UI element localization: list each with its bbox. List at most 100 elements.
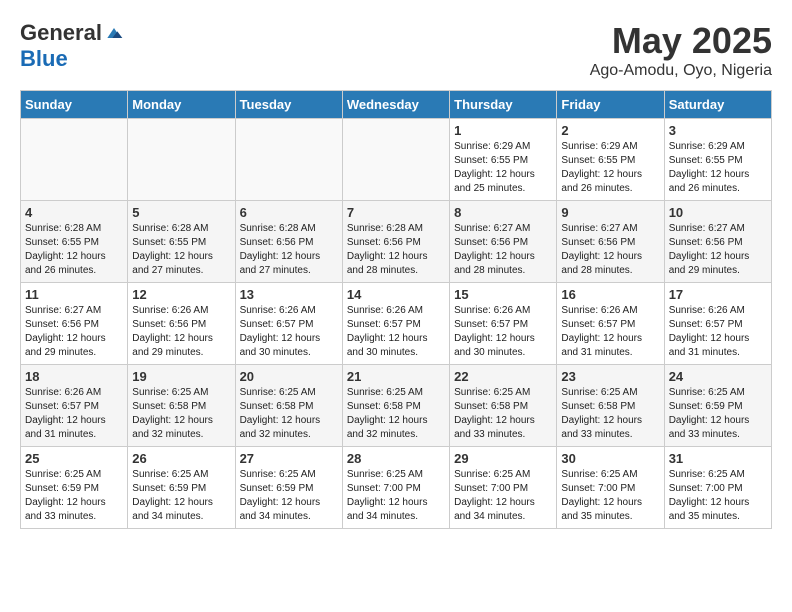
day-info: Sunrise: 6:25 AM Sunset: 6:58 PM Dayligh… [454, 386, 552, 442]
day-info: Sunrise: 6:26 AM Sunset: 6:57 PM Dayligh… [240, 304, 338, 360]
day-info: Sunrise: 6:25 AM Sunset: 6:59 PM Dayligh… [240, 468, 338, 524]
calendar-cell: 26 Sunrise: 6:25 AM Sunset: 6:59 PM Dayli… [128, 447, 235, 529]
day-number: 7 [347, 205, 445, 220]
calendar-cell: 19Sunrise: 6:25 AM Sunset: 6:58 PM Dayli… [128, 365, 235, 447]
calendar-cell: 31 Sunrise: 6:25 AM Sunset: 7:00 PM Dayli… [664, 447, 771, 529]
logo-blue: Blue [20, 46, 68, 72]
day-info: Sunrise: 6:28 AM Sunset: 6:56 PM Dayligh… [347, 222, 445, 278]
day-number: 3 [669, 123, 767, 138]
day-number: 27 [240, 451, 338, 466]
logo: General Blue [20, 20, 124, 72]
day-info: Sunrise: 6:25 AM Sunset: 6:58 PM Dayligh… [240, 386, 338, 442]
day-info: Sunrise: 6:25 AM Sunset: 7:00 PM Dayligh… [347, 468, 445, 524]
calendar-body: 1 Sunrise: 6:29 AM Sunset: 6:55 PM Daylig… [21, 119, 772, 529]
day-info: Sunrise: 6:26 AM Sunset: 6:57 PM Dayligh… [561, 304, 659, 360]
day-info: Sunrise: 6:27 AM Sunset: 6:56 PM Dayligh… [669, 222, 767, 278]
calendar-cell [342, 119, 449, 201]
logo-icon [104, 23, 124, 43]
day-info: Sunrise: 6:26 AM Sunset: 6:56 PM Dayligh… [132, 304, 230, 360]
calendar-cell: 1 Sunrise: 6:29 AM Sunset: 6:55 PM Daylig… [450, 119, 557, 201]
day-info: Sunrise: 6:29 AM Sunset: 6:55 PM Dayligh… [454, 140, 552, 196]
day-info: Sunrise: 6:27 AM Sunset: 6:56 PM Dayligh… [454, 222, 552, 278]
day-info: Sunrise: 6:27 AM Sunset: 6:56 PM Dayligh… [25, 304, 123, 360]
day-info: Sunrise: 6:29 AM Sunset: 6:55 PM Dayligh… [669, 140, 767, 196]
calendar-week-4: 18Sunrise: 6:26 AM Sunset: 6:57 PM Dayli… [21, 365, 772, 447]
calendar-cell [21, 119, 128, 201]
day-number: 28 [347, 451, 445, 466]
day-number: 17 [669, 287, 767, 302]
day-info: Sunrise: 6:28 AM Sunset: 6:55 PM Dayligh… [132, 222, 230, 278]
day-number: 9 [561, 205, 659, 220]
calendar-cell: 25 Sunrise: 6:25 AM Sunset: 6:59 PM Dayli… [21, 447, 128, 529]
calendar-cell: 6 Sunrise: 6:28 AM Sunset: 6:56 PM Daylig… [235, 201, 342, 283]
day-info: Sunrise: 6:25 AM Sunset: 6:58 PM Dayligh… [561, 386, 659, 442]
day-info: Sunrise: 6:29 AM Sunset: 6:55 PM Dayligh… [561, 140, 659, 196]
calendar-cell: 4Sunrise: 6:28 AM Sunset: 6:55 PM Daylig… [21, 201, 128, 283]
calendar-cell: 27 Sunrise: 6:25 AM Sunset: 6:59 PM Dayli… [235, 447, 342, 529]
day-number: 15 [454, 287, 552, 302]
day-number: 1 [454, 123, 552, 138]
calendar-week-1: 1 Sunrise: 6:29 AM Sunset: 6:55 PM Daylig… [21, 119, 772, 201]
month-title: May 2025 [590, 20, 772, 62]
calendar-cell: 12 Sunrise: 6:26 AM Sunset: 6:56 PM Dayli… [128, 283, 235, 365]
weekday-header-tuesday: Tuesday [235, 91, 342, 119]
day-number: 29 [454, 451, 552, 466]
day-info: Sunrise: 6:26 AM Sunset: 6:57 PM Dayligh… [347, 304, 445, 360]
weekday-header-sunday: Sunday [21, 91, 128, 119]
day-number: 26 [132, 451, 230, 466]
day-number: 16 [561, 287, 659, 302]
calendar-cell: 2Sunrise: 6:29 AM Sunset: 6:55 PM Daylig… [557, 119, 664, 201]
day-number: 24 [669, 369, 767, 384]
day-number: 11 [25, 287, 123, 302]
calendar-week-3: 11 Sunrise: 6:27 AM Sunset: 6:56 PM Dayli… [21, 283, 772, 365]
day-info: Sunrise: 6:25 AM Sunset: 6:58 PM Dayligh… [132, 386, 230, 442]
day-info: Sunrise: 6:25 AM Sunset: 7:00 PM Dayligh… [454, 468, 552, 524]
day-number: 25 [25, 451, 123, 466]
day-info: Sunrise: 6:25 AM Sunset: 6:58 PM Dayligh… [347, 386, 445, 442]
calendar-cell: 23 Sunrise: 6:25 AM Sunset: 6:58 PM Dayli… [557, 365, 664, 447]
calendar-cell: 11 Sunrise: 6:27 AM Sunset: 6:56 PM Dayli… [21, 283, 128, 365]
calendar-cell: 10Sunrise: 6:27 AM Sunset: 6:56 PM Dayli… [664, 201, 771, 283]
day-number: 23 [561, 369, 659, 384]
calendar-cell [128, 119, 235, 201]
weekday-header-wednesday: Wednesday [342, 91, 449, 119]
calendar-cell: 24Sunrise: 6:25 AM Sunset: 6:59 PM Dayli… [664, 365, 771, 447]
calendar-cell: 22 Sunrise: 6:25 AM Sunset: 6:58 PM Dayli… [450, 365, 557, 447]
day-number: 31 [669, 451, 767, 466]
day-info: Sunrise: 6:25 AM Sunset: 6:59 PM Dayligh… [132, 468, 230, 524]
location: Ago-Amodu, Oyo, Nigeria [590, 62, 772, 80]
calendar-week-2: 4 Sunrise: 6:28 AM Sunset: 6:55 PM Daylig… [21, 201, 772, 283]
day-number: 13 [240, 287, 338, 302]
calendar-cell: 16 Sunrise: 6:26 AM Sunset: 6:57 PM Dayli… [557, 283, 664, 365]
calendar-cell: 30 Sunrise: 6:25 AM Sunset: 7:00 PM Dayli… [557, 447, 664, 529]
calendar-cell: 29 Sunrise: 6:25 AM Sunset: 7:00 PM Dayli… [450, 447, 557, 529]
day-number: 22 [454, 369, 552, 384]
day-info: Sunrise: 6:27 AM Sunset: 6:56 PM Dayligh… [561, 222, 659, 278]
day-info: Sunrise: 6:25 AM Sunset: 7:00 PM Dayligh… [561, 468, 659, 524]
day-info: Sunrise: 6:25 AM Sunset: 7:00 PM Dayligh… [669, 468, 767, 524]
day-info: Sunrise: 6:26 AM Sunset: 6:57 PM Dayligh… [669, 304, 767, 360]
calendar-cell: 13 Sunrise: 6:26 AM Sunset: 6:57 PM Dayli… [235, 283, 342, 365]
weekday-header-thursday: Thursday [450, 91, 557, 119]
calendar-header-row: SundayMondayTuesdayWednesdayThursdayFrid… [21, 91, 772, 119]
calendar-week-5: 25 Sunrise: 6:25 AM Sunset: 6:59 PM Dayli… [21, 447, 772, 529]
day-info: Sunrise: 6:28 AM Sunset: 6:56 PM Dayligh… [240, 222, 338, 278]
day-number: 8 [454, 205, 552, 220]
calendar-cell: 3 Sunrise: 6:29 AM Sunset: 6:55 PM Daylig… [664, 119, 771, 201]
calendar-cell: 17 Sunrise: 6:26 AM Sunset: 6:57 PM Dayli… [664, 283, 771, 365]
day-number: 6 [240, 205, 338, 220]
calendar-cell: 15Sunrise: 6:26 AM Sunset: 6:57 PM Dayli… [450, 283, 557, 365]
calendar-cell: 21Sunrise: 6:25 AM Sunset: 6:58 PM Dayli… [342, 365, 449, 447]
day-number: 20 [240, 369, 338, 384]
day-number: 12 [132, 287, 230, 302]
weekday-header-monday: Monday [128, 91, 235, 119]
day-info: Sunrise: 6:26 AM Sunset: 6:57 PM Dayligh… [25, 386, 123, 442]
day-number: 4 [25, 205, 123, 220]
header: General Blue May 2025 Ago-Amodu, Oyo, Ni… [20, 20, 772, 80]
calendar-cell: 8 Sunrise: 6:27 AM Sunset: 6:56 PM Daylig… [450, 201, 557, 283]
calendar-cell: 18Sunrise: 6:26 AM Sunset: 6:57 PM Dayli… [21, 365, 128, 447]
calendar-cell: 5Sunrise: 6:28 AM Sunset: 6:55 PM Daylig… [128, 201, 235, 283]
day-info: Sunrise: 6:25 AM Sunset: 6:59 PM Dayligh… [25, 468, 123, 524]
day-number: 30 [561, 451, 659, 466]
calendar-cell: 20 Sunrise: 6:25 AM Sunset: 6:58 PM Dayli… [235, 365, 342, 447]
